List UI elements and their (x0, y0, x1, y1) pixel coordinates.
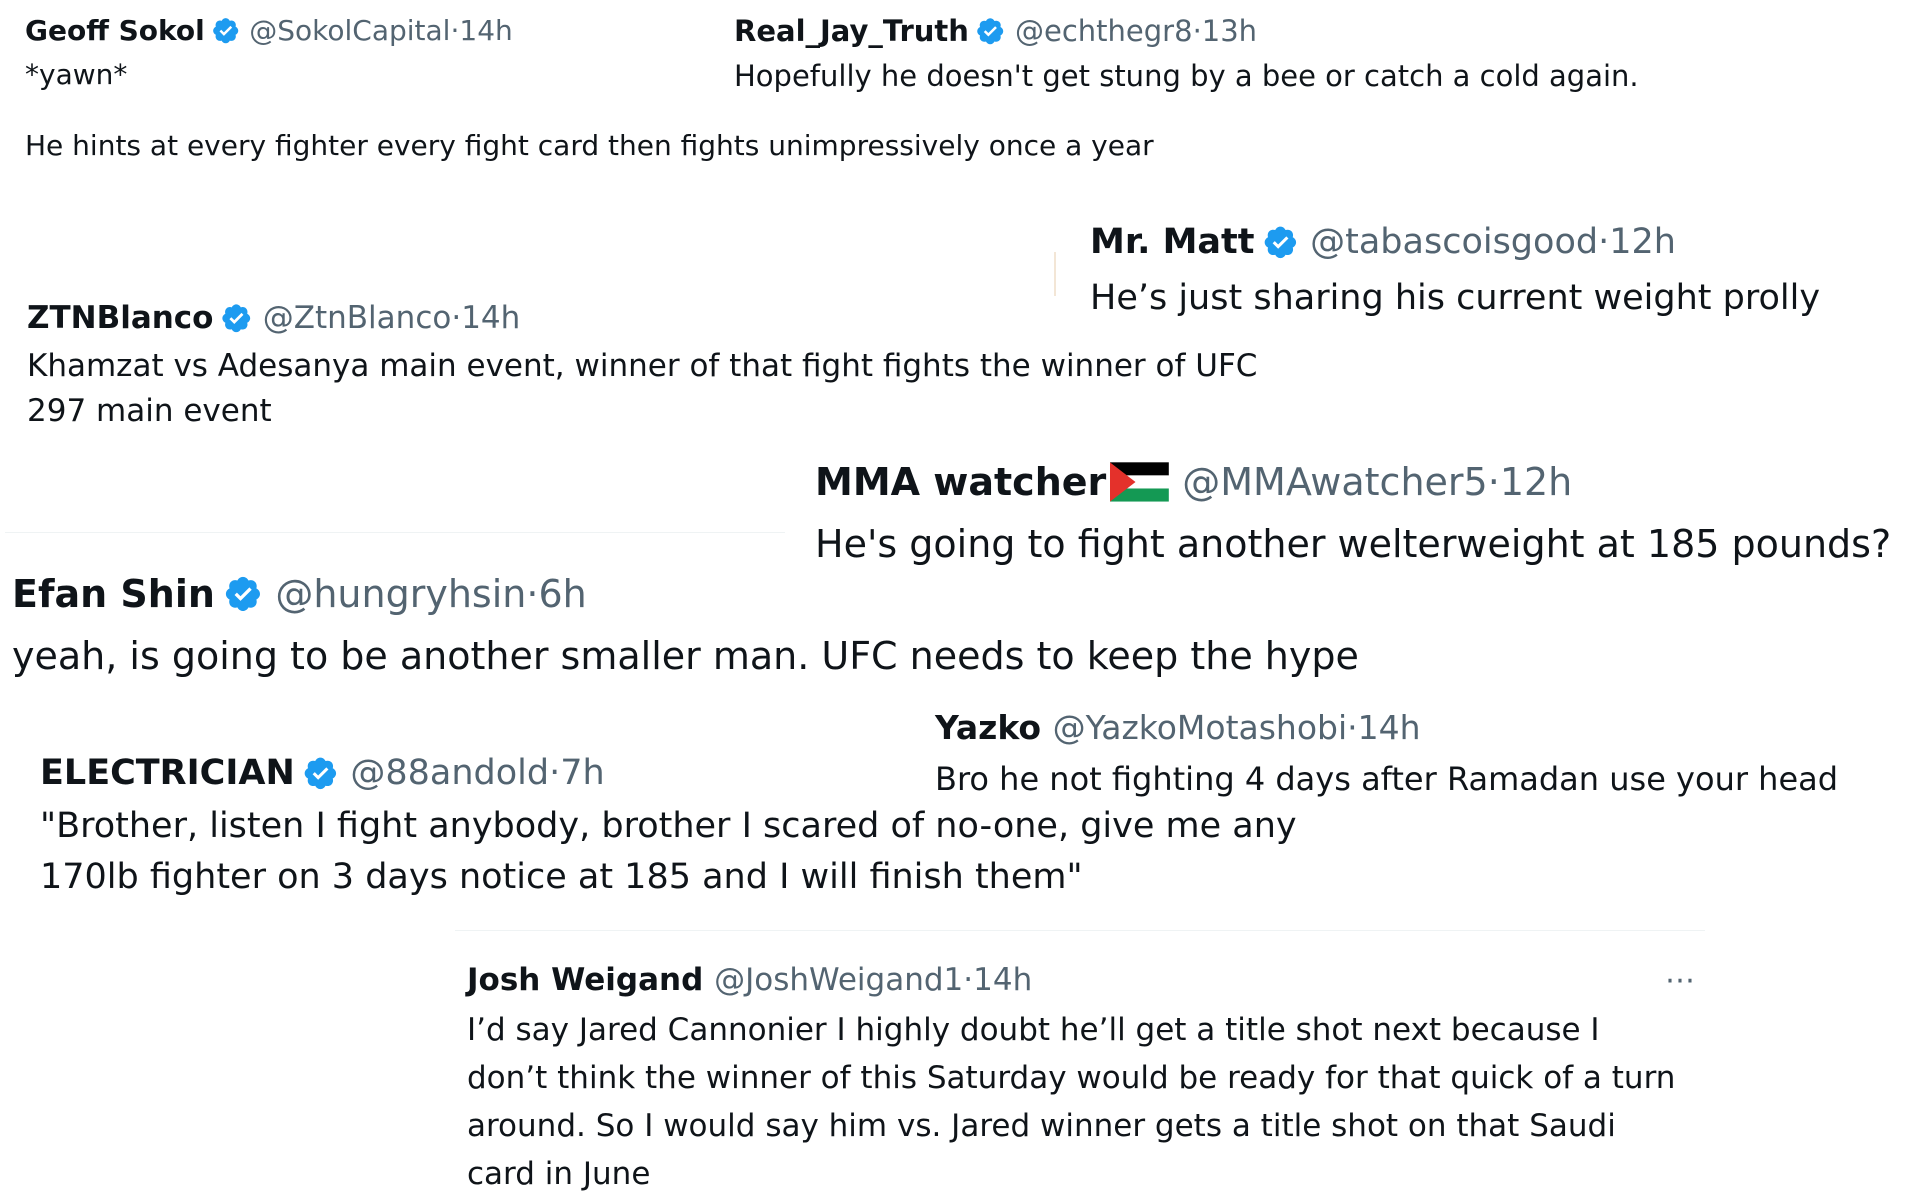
tweet-text: yeah, is going to be another smaller man… (12, 634, 1359, 678)
separator-dot: · (450, 14, 460, 47)
verified-badge-icon (975, 16, 1005, 46)
more-options-icon[interactable]: ⋯ (1665, 966, 1696, 996)
timestamp[interactable]: 12h (1609, 222, 1676, 262)
author-handle[interactable]: @tabascoisgood (1310, 222, 1598, 262)
separator-dot: · (1598, 222, 1610, 262)
tweet-header: Real_Jay_Truth @echthegr8 · 13h (734, 14, 1884, 48)
verified-badge-icon (220, 302, 253, 335)
separator-dot: · (1347, 708, 1358, 747)
timestamp[interactable]: 7h (560, 753, 604, 793)
separator-dot: · (963, 962, 974, 998)
separator-dot: · (451, 300, 462, 336)
tweet-text: He's going to fight another welterweight… (815, 522, 1892, 566)
tweet-mma-watcher: MMA watcher @MMAwatcher5 · 12h He's goin… (815, 460, 1915, 571)
timestamp[interactable]: 14h (459, 14, 512, 47)
tweet-text: Khamzat vs Adesanya main event, winner o… (27, 348, 1258, 429)
verified-badge-icon (1262, 224, 1299, 261)
author-handle[interactable]: @echthegr8 (1015, 14, 1193, 48)
author-handle[interactable]: @ZtnBlanco (263, 300, 452, 336)
verified-badge-icon (211, 16, 240, 45)
tweet-header: ZTNBlanco @ZtnBlanco · 14h (27, 300, 1287, 336)
tweet-text: Hopefully he doesn't get stung by a bee … (734, 59, 1639, 93)
separator-dot: · (526, 572, 539, 616)
author-handle[interactable]: @88andold (350, 753, 549, 793)
author-name[interactable]: ZTNBlanco (27, 300, 213, 336)
author-name[interactable]: ELECTRICIAN (40, 753, 295, 793)
timestamp[interactable]: 12h (1500, 460, 1572, 504)
author-name[interactable]: Geoff Sokol (25, 14, 205, 47)
author-name[interactable]: Mr. Matt (1090, 222, 1255, 262)
tweet-josh-weigand: Josh Weigand @JoshWeigand1 · 14h I’d say… (467, 962, 1697, 1198)
timestamp[interactable]: 14h (973, 962, 1032, 998)
tweet-electrician: ELECTRICIAN @88andold · 7h "Brother, lis… (40, 753, 1370, 903)
author-handle[interactable]: @SokolCapital (249, 14, 450, 47)
tweet-header: ELECTRICIAN @88andold · 7h (40, 753, 1370, 793)
divider (455, 930, 1705, 931)
author-name[interactable]: MMA watcher (815, 460, 1106, 504)
timestamp[interactable]: 6h (538, 572, 586, 616)
verified-badge-icon (302, 755, 339, 792)
palestine-flag-icon (1110, 462, 1169, 502)
tweet-real-jay-truth: Real_Jay_Truth @echthegr8 · 13h Hopefull… (734, 14, 1884, 97)
tweet-header: Mr. Matt @tabascoisgood · 12h (1090, 222, 1900, 262)
tweet-text-paragraph: He hints at every fighter every fight ca… (25, 129, 1154, 163)
author-handle[interactable]: @hungryhsin (275, 572, 526, 616)
timestamp[interactable]: 14h (1358, 708, 1421, 747)
tweet-header: Yazko @YazkoMotashobi · 14h (935, 708, 1915, 747)
author-name[interactable]: Yazko (935, 708, 1041, 747)
separator-dot: · (549, 753, 561, 793)
tweet-header: Efan Shin @hungryhsin · 6h (12, 572, 1472, 616)
tweet-efan-shin: Efan Shin @hungryhsin · 6h yeah, is goin… (12, 572, 1472, 683)
tweet-ztnblanco: ZTNBlanco @ZtnBlanco · 14h Khamzat vs Ad… (27, 300, 1287, 434)
tweet-header: MMA watcher @MMAwatcher5 · 12h (815, 460, 1915, 504)
timestamp[interactable]: 13h (1202, 14, 1257, 48)
separator-dot: · (1487, 460, 1500, 504)
tweet-text: "Brother, listen I fight anybody, brothe… (40, 806, 1297, 897)
divider (5, 532, 785, 533)
timestamp[interactable]: 14h (461, 300, 520, 336)
author-name[interactable]: Efan Shin (12, 572, 215, 616)
author-name[interactable]: Real_Jay_Truth (734, 14, 969, 48)
separator-dot: · (1192, 14, 1202, 48)
tweet-header: Josh Weigand @JoshWeigand1 · 14h (467, 962, 1697, 998)
author-name[interactable]: Josh Weigand (467, 962, 703, 998)
author-handle[interactable]: @YazkoMotashobi (1053, 708, 1348, 747)
verified-badge-icon (223, 574, 263, 614)
divider (1054, 252, 1056, 296)
author-handle[interactable]: @JoshWeigand1 (714, 962, 963, 998)
tweet-text: I’d say Jared Cannonier I highly doubt h… (467, 1012, 1676, 1193)
author-handle[interactable]: @MMAwatcher5 (1182, 460, 1487, 504)
